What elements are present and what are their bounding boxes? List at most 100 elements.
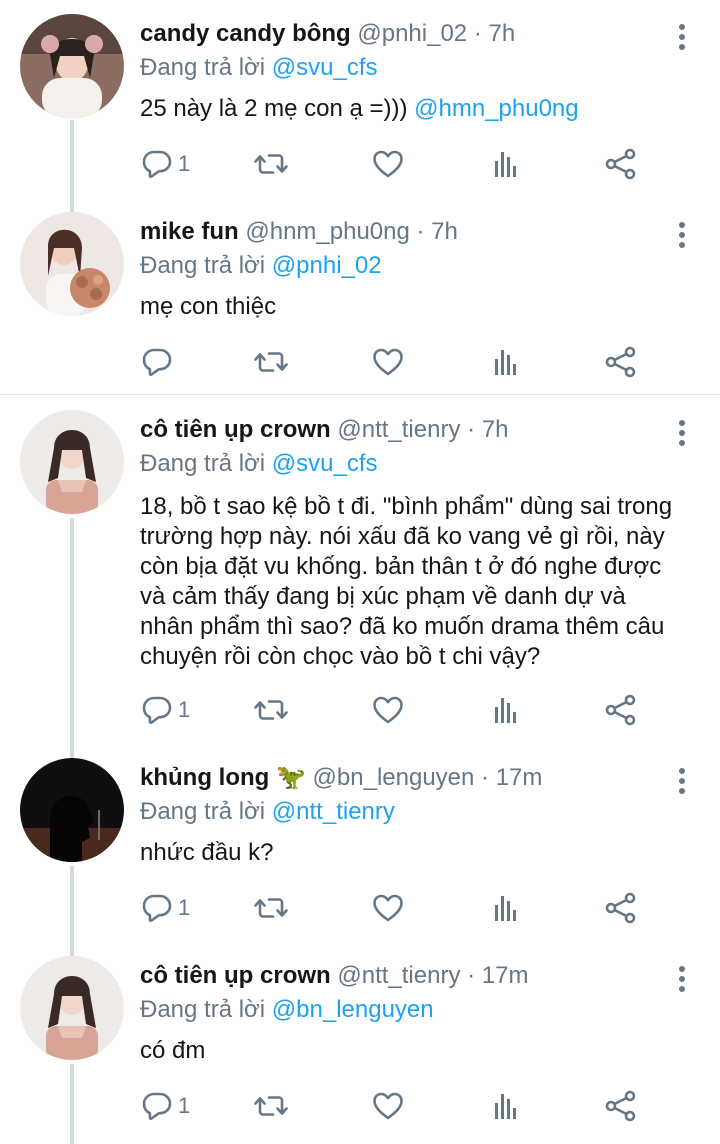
reply-to-mention[interactable]: @svu_cfs	[272, 54, 378, 81]
tweet-header: khủng long 🦖 @bn_lenguyen · 17m	[140, 762, 542, 794]
retweet-button[interactable]	[252, 890, 290, 926]
retweet-button[interactable]	[252, 1088, 290, 1124]
analytics-icon	[490, 694, 522, 726]
tweet-text: mẹ con thiệc	[140, 292, 712, 322]
like-button[interactable]	[372, 890, 404, 926]
more-icon[interactable]	[670, 766, 694, 796]
reply-to-mention[interactable]: @bn_lenguyen	[272, 996, 434, 1023]
analytics-button[interactable]	[490, 344, 522, 380]
share-icon	[604, 1090, 638, 1122]
tweet[interactable]: khủng long 🦖 @bn_lenguyen · 17m Đang trả…	[0, 744, 720, 942]
like-button[interactable]	[372, 146, 404, 182]
tweet-header: cô tiên ụp crown @ntt_tienry · 17m	[140, 960, 528, 992]
reply-to-mention[interactable]: @svu_cfs	[272, 450, 378, 477]
divider	[0, 394, 720, 395]
analytics-icon	[490, 148, 522, 180]
reply-button[interactable]: 1	[140, 890, 190, 926]
tweet-body: nhức đầu k?	[140, 839, 274, 866]
retweet-button[interactable]	[252, 344, 290, 380]
action-bar: 1	[140, 146, 660, 182]
avatar[interactable]	[20, 14, 124, 118]
reply-button[interactable]: 1	[140, 1088, 190, 1124]
handle-and-time[interactable]: @hnm_phu0ng · 7h	[245, 218, 458, 245]
tweet[interactable]: candy candy bông @pnhi_02 · 7h Đang trả …	[0, 0, 720, 200]
analytics-button[interactable]	[490, 692, 522, 728]
like-button[interactable]	[372, 1088, 404, 1124]
tweet-text-line: 18, bồ t sao kệ bồ t đi. "bình phẩm" dùn…	[140, 493, 673, 520]
share-icon	[604, 148, 638, 180]
avatar[interactable]	[20, 956, 124, 1060]
share-button[interactable]	[604, 344, 638, 380]
like-icon	[372, 892, 404, 924]
action-bar	[140, 344, 660, 380]
more-icon[interactable]	[670, 220, 694, 250]
like-icon	[372, 694, 404, 726]
tweet-text: 18, bồ t sao kệ bồ t đi. "bình phẩm" dùn…	[140, 492, 712, 672]
avatar[interactable]	[20, 212, 124, 316]
tweet-text-line: còn bịa đặt vu khống. bản thân t ở đó ng…	[140, 553, 662, 580]
reply-button[interactable]: 1	[140, 146, 190, 182]
tweet-body: có đm	[140, 1037, 206, 1064]
avatar[interactable]	[20, 410, 124, 514]
display-name[interactable]: candy candy bông	[140, 20, 351, 47]
avatar[interactable]	[20, 758, 124, 862]
retweet-button[interactable]	[252, 692, 290, 728]
replying-to: Đang trả lời @bn_lenguyen	[140, 994, 434, 1026]
share-button[interactable]	[604, 692, 638, 728]
retweet-icon	[252, 694, 290, 726]
replying-to: Đang trả lời @pnhi_02	[140, 250, 382, 282]
handle-and-time[interactable]: @pnhi_02 · 7h	[357, 20, 515, 47]
tweet-text: 25 này là 2 mẹ con ạ =))) @hmn_phu0ng	[140, 94, 712, 124]
reply-count: 1	[178, 697, 191, 722]
reply-button[interactable]: 1	[140, 692, 190, 728]
tweet-text-line: trường hợp này. nói xấu đã ko vang vẻ gì…	[140, 523, 665, 550]
display-name[interactable]: mike fun	[140, 218, 239, 245]
retweet-icon	[252, 892, 290, 924]
share-icon	[604, 346, 638, 378]
display-name[interactable]: khủng long	[140, 764, 269, 791]
analytics-icon	[490, 892, 522, 924]
more-icon[interactable]	[670, 22, 694, 52]
display-name[interactable]: cô tiên ụp crown	[140, 962, 331, 989]
share-button[interactable]	[604, 146, 638, 182]
like-button[interactable]	[372, 344, 404, 380]
tweet-header: mike fun @hnm_phu0ng · 7h	[140, 216, 458, 248]
analytics-button[interactable]	[490, 146, 522, 182]
more-icon[interactable]	[670, 418, 694, 448]
mention-link[interactable]: @hmn_phu0ng	[414, 95, 578, 122]
reply-button[interactable]	[140, 344, 174, 380]
tweet-header: candy candy bông @pnhi_02 · 7h	[140, 18, 515, 50]
handle-and-time[interactable]: @ntt_tienry · 17m	[337, 962, 528, 989]
reply-icon	[140, 148, 174, 180]
analytics-button[interactable]	[490, 1088, 522, 1124]
tweet[interactable]: cô tiên ụp crown @ntt_tienry · 7h Đang t…	[0, 396, 720, 744]
tweet-body: mẹ con thiệc	[140, 293, 277, 320]
share-button[interactable]	[604, 890, 638, 926]
tweet[interactable]: mike fun @hnm_phu0ng · 7h Đang trả lời @…	[0, 198, 720, 394]
tweet-text-line: nhân phẩm thì sao? đã ko muốn drama thêm…	[140, 613, 665, 640]
share-icon	[604, 892, 638, 924]
more-icon[interactable]	[670, 964, 694, 994]
reply-to-mention[interactable]: @pnhi_02	[272, 252, 382, 279]
handle-and-time[interactable]: @ntt_tienry · 7h	[337, 416, 508, 443]
reply-prefix: Đang trả lời	[140, 996, 266, 1023]
reply-icon	[140, 694, 174, 726]
reply-prefix: Đang trả lời	[140, 54, 266, 81]
retweet-button[interactable]	[252, 146, 290, 182]
action-bar: 1	[140, 692, 660, 728]
action-bar: 1	[140, 890, 660, 926]
like-button[interactable]	[372, 692, 404, 728]
share-button[interactable]	[604, 1088, 638, 1124]
reply-prefix: Đang trả lời	[140, 252, 266, 279]
analytics-button[interactable]	[490, 890, 522, 926]
reply-icon	[140, 892, 174, 924]
reply-prefix: Đang trả lời	[140, 798, 266, 825]
display-name[interactable]: cô tiên ụp crown	[140, 416, 331, 443]
share-icon	[604, 694, 638, 726]
handle-and-time[interactable]: @bn_lenguyen · 17m	[313, 764, 543, 791]
like-icon	[372, 1090, 404, 1122]
reply-count: 1	[178, 895, 191, 920]
tweet[interactable]: cô tiên ụp crown @ntt_tienry · 17m Đang …	[0, 942, 720, 1143]
reply-to-mention[interactable]: @ntt_tienry	[272, 798, 395, 825]
reply-thread-feed: candy candy bông @pnhi_02 · 7h Đang trả …	[0, 0, 720, 1144]
